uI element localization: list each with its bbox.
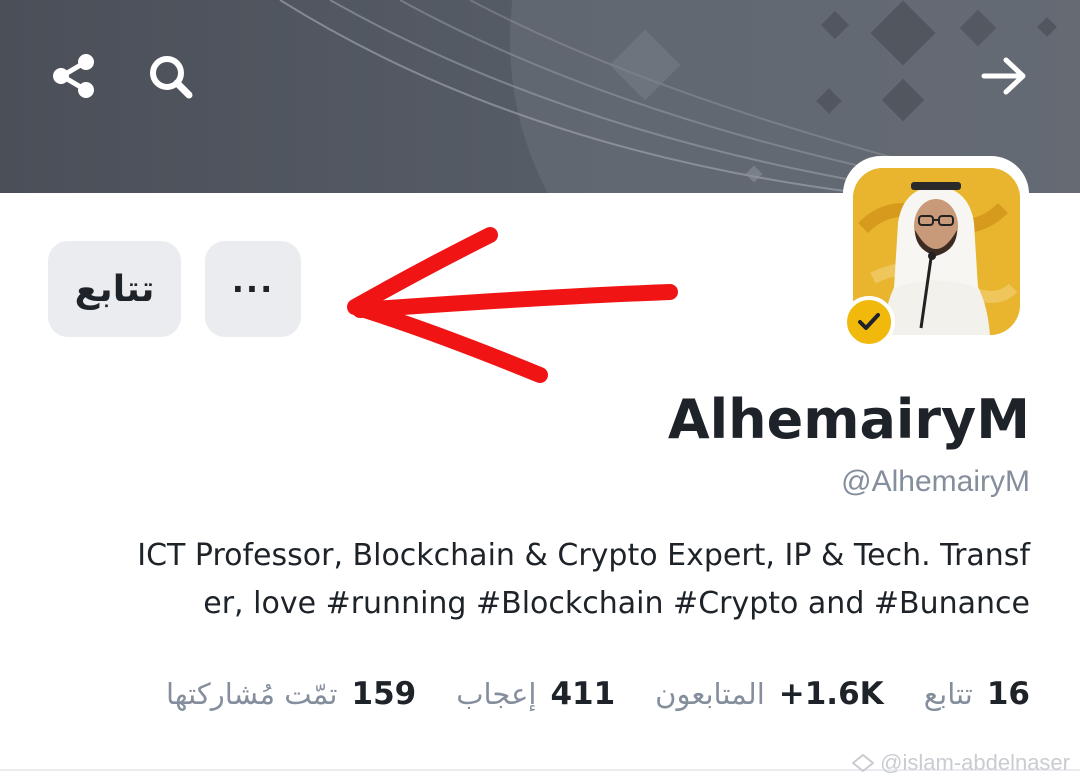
arrow-right-icon[interactable] bbox=[978, 50, 1030, 102]
stat-likes[interactable]: 411 إعجاب bbox=[456, 676, 615, 712]
annotation-arrow bbox=[347, 227, 678, 383]
share-icon[interactable] bbox=[48, 50, 100, 102]
profile-bio: ICT Professor, Blockchain & Crypto Exper… bbox=[50, 532, 1030, 628]
stat-value: +1.6K bbox=[778, 676, 884, 712]
stat-label: إعجاب bbox=[456, 677, 537, 711]
more-options-button[interactable]: ··· bbox=[205, 241, 301, 337]
stat-value: 159 bbox=[351, 676, 417, 712]
bio-line: er, love #running #Blockchain #Crypto an… bbox=[203, 586, 1030, 621]
follow-button[interactable]: تتابع bbox=[48, 241, 181, 337]
stat-following[interactable]: 16 تتابع bbox=[924, 676, 1030, 712]
watermark-logo-icon bbox=[852, 754, 875, 772]
profile-stats: 16 تتابع +1.6K المتابعون 411 إعجاب 159 ت… bbox=[166, 672, 1030, 716]
search-icon[interactable] bbox=[144, 50, 196, 102]
stat-shares[interactable]: 159 تمّت مُشاركتها bbox=[166, 676, 416, 712]
avatar[interactable] bbox=[843, 156, 1029, 348]
stat-followers[interactable]: +1.6K المتابعون bbox=[655, 676, 884, 712]
stat-label: تتابع bbox=[923, 677, 973, 711]
verified-badge-icon bbox=[843, 296, 895, 348]
stat-value: 16 bbox=[986, 676, 1030, 712]
stat-label: تمّت مُشاركتها bbox=[165, 677, 338, 711]
display-name: AlhemairyM bbox=[667, 388, 1030, 451]
watermark: @islam-abdelnaser bbox=[852, 750, 1070, 776]
bio-line: ICT Professor, Blockchain & Crypto Exper… bbox=[137, 538, 1030, 573]
username-handle: @AlhemairyM bbox=[841, 465, 1030, 498]
stat-value: 411 bbox=[550, 676, 616, 712]
watermark-text: @islam-abdelnaser bbox=[880, 750, 1070, 775]
stat-label: المتابعون bbox=[655, 677, 765, 711]
